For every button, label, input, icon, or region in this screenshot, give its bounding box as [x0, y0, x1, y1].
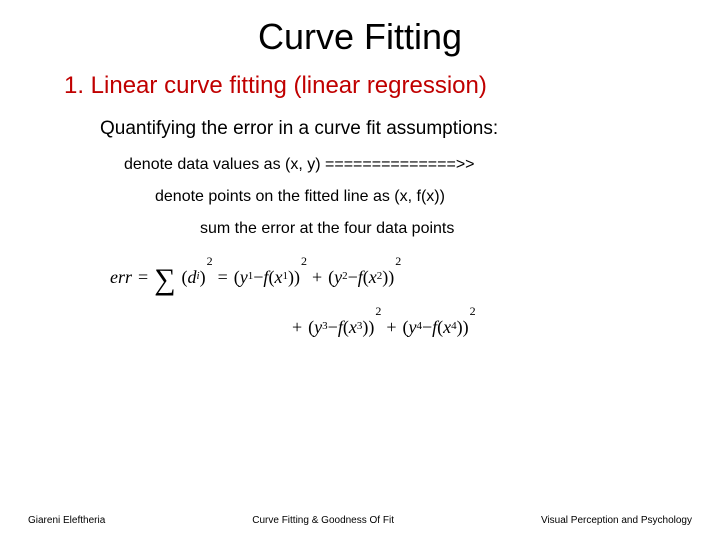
footer-topic: Visual Perception and Psychology — [541, 515, 692, 526]
equation-row-2: + ( y3 − f( x3 )) 2 + ( y4 − f( x4 )) 2 — [292, 308, 680, 348]
eq-plus-1: + — [312, 258, 322, 298]
section-heading: 1. Linear curve fitting (linear regressi… — [64, 72, 680, 100]
footer-title: Curve Fitting & Goodness Of Fit — [252, 515, 394, 526]
eq-term-2: ( y2 − f( x2 )) 2 — [328, 258, 400, 298]
footer-author: Giareni Eleftheria — [28, 515, 105, 526]
equation-row-1: err = ∑ ( d i ) 2 = ( y1 − f( x1 )) 2 + — [110, 258, 680, 298]
eq-err: err — [110, 258, 132, 298]
slide: Curve Fitting 1. Linear curve fitting (l… — [0, 0, 720, 540]
body-line-4: sum the error at the four data points — [200, 220, 680, 238]
body-line-1: Quantifying the error in a curve fit ass… — [100, 118, 680, 140]
eq-equals-2: = — [218, 258, 228, 298]
body-line-3: denote points on the fitted line as (x, … — [155, 188, 680, 206]
eq-term-3: ( y3 − f( x3 )) 2 — [308, 308, 380, 348]
eq-plus-3: + — [386, 308, 396, 348]
eq-term-4: ( y4 − f( x4 )) 2 — [402, 308, 474, 348]
error-equation: err = ∑ ( d i ) 2 = ( y1 − f( x1 )) 2 + — [110, 258, 680, 347]
eq-term-1: ( y1 − f( x1 )) 2 — [234, 258, 306, 298]
slide-footer: Giareni Eleftheria Curve Fitting & Goodn… — [0, 515, 720, 526]
slide-title: Curve Fitting — [40, 16, 680, 58]
eq-equals-1: = — [138, 258, 148, 298]
eq-di-squared: ( d i ) 2 — [182, 258, 212, 298]
body-line-2: denote data values as (x, y) ===========… — [124, 156, 680, 174]
eq-plus-2: + — [292, 308, 302, 348]
